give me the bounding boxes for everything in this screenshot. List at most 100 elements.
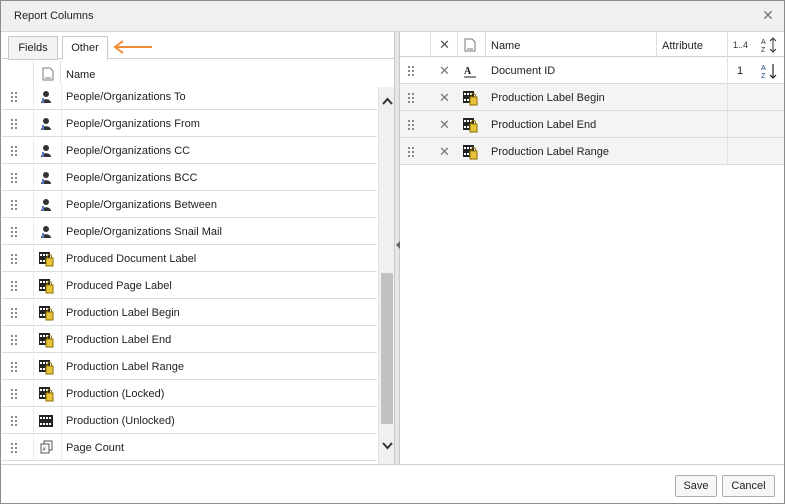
- col-sep: [61, 164, 62, 191]
- production-icon: [38, 413, 54, 429]
- remove-icon[interactable]: ✕: [439, 63, 450, 79]
- sort-az-icon[interactable]: A Z: [760, 36, 778, 54]
- drag-handle-icon[interactable]: [11, 199, 17, 210]
- person-icon: [38, 197, 54, 213]
- col-sep: [61, 137, 62, 164]
- col-sep: [33, 326, 34, 353]
- production-locked-icon: [462, 117, 478, 133]
- sort-ascending-icon[interactable]: AZ: [760, 62, 778, 80]
- person-icon: [38, 170, 54, 186]
- list-item-label: People/Organizations BCC: [66, 172, 198, 184]
- cancel-button[interactable]: Cancel: [722, 475, 775, 497]
- list-item[interactable]: # Page Count: [2, 434, 377, 461]
- col-sep: [727, 32, 728, 57]
- drag-handle-icon[interactable]: [11, 415, 17, 426]
- dialog-footer: Save Cancel: [1, 464, 784, 503]
- list-item-label: People/Organizations From: [66, 118, 200, 130]
- sort-order-header[interactable]: 1..4: [733, 40, 748, 50]
- col-sep: [33, 164, 34, 191]
- left-scrollbar[interactable]: [378, 87, 395, 464]
- drag-handle-icon[interactable]: [11, 442, 17, 453]
- col-sep: [61, 407, 62, 434]
- list-item[interactable]: Produced Document Label: [2, 245, 377, 272]
- drag-handle-icon[interactable]: [11, 280, 17, 291]
- document-icon: [464, 38, 476, 52]
- list-item[interactable]: People/Organizations Between: [2, 191, 377, 218]
- drag-handle-icon[interactable]: [11, 91, 17, 102]
- drag-handle-icon[interactable]: [408, 92, 414, 103]
- list-item-label: Production Label Range: [66, 361, 185, 373]
- column-name: Production Label Begin: [491, 92, 605, 104]
- drag-handle-icon[interactable]: [11, 118, 17, 129]
- close-icon[interactable]: ✕: [761, 8, 775, 22]
- list-item[interactable]: Production (Unlocked): [2, 407, 377, 434]
- list-item[interactable]: Produced Page Label: [2, 272, 377, 299]
- drag-handle-icon[interactable]: [11, 172, 17, 183]
- right-column-header: ✕ Name Attribute 1..4 A Z: [400, 32, 784, 57]
- list-item[interactable]: Production (Locked): [2, 380, 377, 407]
- list-item-label: Production Label End: [66, 334, 172, 346]
- list-item[interactable]: People/Organizations Snail Mail: [2, 218, 377, 245]
- scroll-up-icon[interactable]: [382, 97, 393, 106]
- col-sep: [61, 110, 62, 137]
- right-name-header[interactable]: Name: [491, 40, 520, 52]
- svg-text:A: A: [464, 66, 472, 77]
- selected-column-row[interactable]: ✕ Production Label Range: [400, 138, 784, 165]
- scroll-down-icon[interactable]: [382, 441, 393, 450]
- left-name-header[interactable]: Name: [66, 69, 95, 81]
- list-item-label: Produced Document Label: [66, 253, 197, 265]
- col-sep: [727, 111, 728, 138]
- col-sep: [61, 272, 62, 299]
- column-name: Production Label End: [491, 119, 597, 131]
- col-sep: [61, 353, 62, 380]
- title-bar: Report Columns ✕: [1, 1, 784, 32]
- drag-handle-icon[interactable]: [408, 119, 414, 130]
- col-sep: [33, 245, 34, 272]
- selected-column-row[interactable]: ✕ Production Label Begin: [400, 84, 784, 111]
- scroll-thumb[interactable]: [381, 273, 393, 424]
- selected-column-row[interactable]: ✕ A Document ID 1 A Z: [400, 57, 784, 84]
- drag-handle-icon[interactable]: [11, 253, 17, 264]
- col-sep: [61, 218, 62, 245]
- col-sep: [33, 299, 34, 326]
- col-sep: [33, 380, 34, 407]
- list-item[interactable]: Production Label End: [2, 326, 377, 353]
- svg-text:A: A: [761, 39, 766, 46]
- col-sep: [33, 218, 34, 245]
- list-item[interactable]: People/Organizations BCC: [2, 164, 377, 191]
- col-sep: [61, 245, 62, 272]
- col-sep: [33, 191, 34, 218]
- attribute-header[interactable]: Attribute: [662, 40, 703, 52]
- drag-handle-icon[interactable]: [11, 388, 17, 399]
- production-locked-icon: [38, 278, 54, 294]
- person-icon: [38, 89, 54, 105]
- remove-icon[interactable]: ✕: [439, 117, 450, 133]
- col-sep: [727, 84, 728, 111]
- drag-handle-icon[interactable]: [11, 145, 17, 156]
- list-item[interactable]: Production Label Range: [2, 353, 377, 380]
- drag-handle-icon[interactable]: [11, 334, 17, 345]
- list-item[interactable]: People/Organizations CC: [2, 137, 377, 164]
- remove-icon[interactable]: ✕: [439, 144, 450, 160]
- drag-handle-icon[interactable]: [11, 307, 17, 318]
- save-button[interactable]: Save: [675, 475, 717, 497]
- drag-handle-icon[interactable]: [11, 361, 17, 372]
- list-item[interactable]: People/Organizations From: [2, 110, 377, 137]
- production-locked-icon: [462, 144, 478, 160]
- list-item[interactable]: Production Label Begin: [2, 299, 377, 326]
- list-item[interactable]: People/Organizations To: [2, 83, 377, 110]
- report-columns-dialog: Report Columns ✕ Fields Other Name Peopl…: [0, 0, 785, 504]
- drag-handle-icon[interactable]: [408, 146, 414, 157]
- remove-icon[interactable]: ✕: [439, 90, 450, 106]
- col-sep: [61, 434, 62, 461]
- drag-handle-icon[interactable]: [11, 226, 17, 237]
- tab-fields[interactable]: Fields: [8, 36, 58, 60]
- production-locked-icon: [38, 359, 54, 375]
- svg-text:A: A: [761, 65, 766, 72]
- remove-all-icon[interactable]: ✕: [439, 37, 450, 53]
- selected-column-row[interactable]: ✕ Production Label End: [400, 111, 784, 138]
- col-sep: [33, 272, 34, 299]
- drag-handle-icon[interactable]: [408, 65, 414, 76]
- col-sep: [33, 110, 34, 137]
- tab-other[interactable]: Other: [62, 36, 108, 60]
